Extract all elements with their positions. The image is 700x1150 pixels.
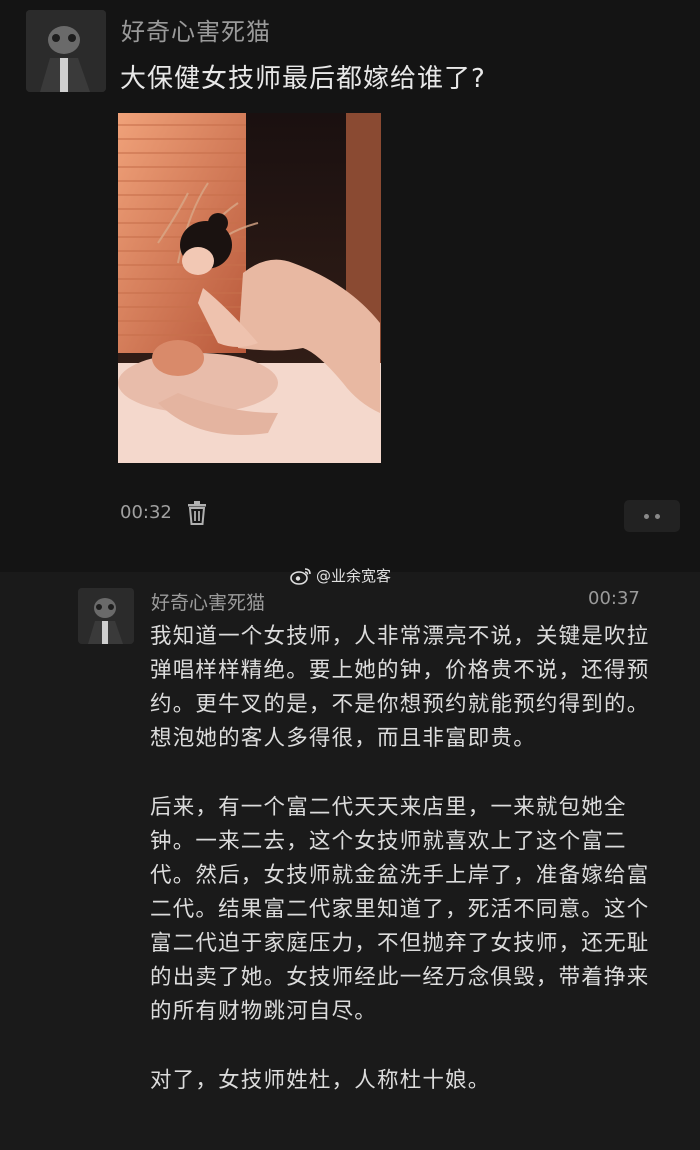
post-time: 00:32: [120, 502, 172, 523]
avatar-image: [26, 10, 106, 92]
more-dots-icon: [644, 513, 649, 519]
post-title: 大保健女技师最后都嫁给谁了?: [120, 64, 486, 94]
post-author-name[interactable]: 好奇心害死猫: [121, 12, 271, 47]
trash-icon[interactable]: [186, 500, 208, 526]
video-thumbnail-image: [118, 113, 381, 463]
comment-body: 我知道一个女技师，人非常漂亮不说，关键是吹拉弹唱样样精绝。要上她的钟，价格贵不说…: [150, 620, 670, 1133]
comment-paragraph: 对了，女技师姓杜，人称杜十娘。: [150, 1068, 491, 1093]
comment-author-name[interactable]: 好奇心害死猫: [151, 588, 265, 615]
comment-paragraph: 后来，有一个富二代天天来店里，一来就包她全钟。一来二去，这个女技师就喜欢上了这个…: [150, 795, 650, 1024]
video-thumbnail[interactable]: [118, 113, 381, 463]
weibo-icon: [290, 567, 311, 585]
watermark-text: @业余宽客: [316, 567, 392, 585]
comment-author-avatar[interactable]: [78, 588, 134, 644]
weibo-watermark: @业余宽客: [290, 565, 391, 586]
comment-time: 00:37: [588, 588, 640, 609]
post-author-avatar[interactable]: [26, 10, 106, 92]
post: 好奇心害死猫 大保健女技师最后都嫁给谁了? 00:32: [0, 0, 700, 572]
comment-section: @业余宽客 好奇心害死猫 00:37 我知道一个女技师，人非常漂亮不说，关键是吹…: [0, 567, 700, 1150]
avatar-image: [78, 588, 134, 644]
more-button[interactable]: [624, 500, 680, 532]
comment-paragraph: 我知道一个女技师，人非常漂亮不说，关键是吹拉弹唱样样精绝。要上她的钟，价格贵不说…: [150, 624, 650, 751]
